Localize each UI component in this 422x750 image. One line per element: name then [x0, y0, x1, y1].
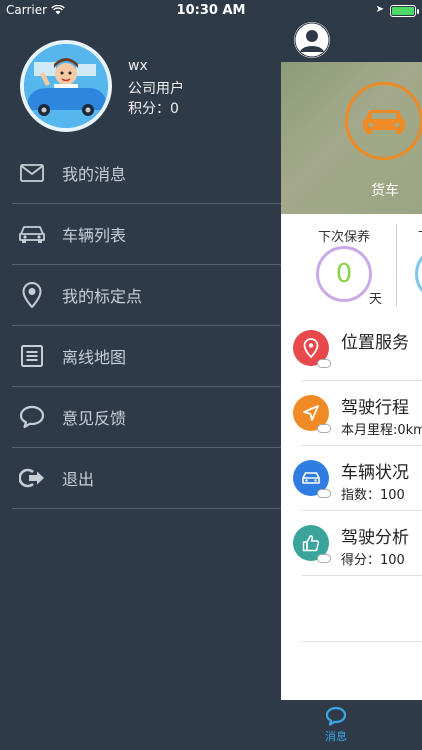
cartoon-driver-icon [24, 44, 108, 128]
service-list: 位置服务 驾驶行程 本月里程:0km 车辆状况 指数：100 驾驶分析 得分：1… [281, 316, 422, 642]
second-stat-title: 下 [418, 226, 422, 245]
next-maintenance-label: 下次保养 [318, 230, 371, 245]
avatar[interactable] [20, 40, 112, 132]
menu-item-label: 意见反馈 [62, 409, 127, 428]
service-vehicle-status[interactable]: 车辆状况 指数：100 [293, 446, 422, 511]
user-profile-button[interactable] [294, 22, 330, 58]
user-name: wx [128, 58, 148, 74]
chat-bubble-icon [18, 403, 46, 431]
divider [396, 224, 397, 306]
cloud-icon [317, 489, 331, 498]
cloud-icon [317, 554, 331, 563]
location-pin-icon [18, 281, 46, 309]
status-bar: Carrier 10:30 AM ➤ [0, 0, 422, 22]
empty-row [301, 576, 422, 642]
mail-icon [18, 159, 46, 187]
cloud-icon [317, 359, 331, 368]
menu-item-label: 车辆列表 [62, 226, 127, 245]
logout-icon [18, 464, 46, 492]
user-profile[interactable]: wx 公司用户 积分：0 [20, 40, 275, 135]
service-title: 驾驶行程 [341, 398, 409, 418]
service-location[interactable]: 位置服务 [293, 316, 422, 381]
car-icon [293, 460, 331, 498]
service-title: 位置服务 [341, 333, 409, 353]
vehicle-banner: 货车 [281, 62, 422, 214]
tab-messages[interactable]: 消息 [321, 706, 351, 744]
tab-bar: 消息 [281, 700, 422, 750]
chat-bubble-icon [325, 706, 347, 726]
menu-item-logout[interactable]: 退出 [12, 448, 281, 509]
vehicle-type-label: 货车 [371, 183, 399, 199]
menu-item-feedback[interactable]: 意见反馈 [12, 387, 281, 448]
user-points: 积分：0 [128, 101, 179, 117]
user-icon [294, 22, 330, 58]
side-drawer: wx 公司用户 积分：0 我的消息 车辆列表 我的标定点 离线地图 意见反馈 退… [0, 0, 281, 750]
navigation-icon [293, 395, 331, 433]
days-value: 0 [335, 259, 353, 289]
car-icon [18, 220, 46, 248]
service-title: 车辆状况 [341, 463, 409, 483]
service-subtitle: 得分：100 [341, 553, 405, 568]
maintenance-stats: 下次保养 0 天 下 [281, 214, 422, 314]
status-time: 10:30 AM [176, 3, 246, 18]
location-arrow-icon: ➤ [375, 4, 384, 15]
service-driving-analysis[interactable]: 驾驶分析 得分：100 [293, 511, 422, 576]
location-pin-icon [293, 330, 331, 368]
drawer-menu: 我的消息 车辆列表 我的标定点 离线地图 意见反馈 退出 [0, 143, 281, 509]
vehicle-type-button[interactable] [345, 82, 422, 160]
user-type: 公司用户 [128, 81, 184, 97]
service-title: 驾驶分析 [341, 528, 409, 548]
service-subtitle: 本月里程:0km [341, 423, 422, 438]
car-icon [363, 110, 405, 134]
days-unit: 天 [369, 292, 383, 307]
cloud-icon [317, 424, 331, 433]
menu-item-calibration-points[interactable]: 我的标定点 [12, 265, 281, 326]
tab-label: 消息 [325, 730, 347, 743]
menu-item-label: 离线地图 [62, 348, 127, 367]
menu-item-label: 我的标定点 [62, 287, 143, 306]
battery-icon [390, 5, 419, 17]
service-trips[interactable]: 驾驶行程 本月里程:0km [293, 381, 422, 446]
second-stat-ring[interactable] [415, 246, 422, 302]
menu-item-messages[interactable]: 我的消息 [12, 143, 281, 204]
menu-item-label: 退出 [62, 470, 95, 489]
days-ring[interactable]: 0 [316, 246, 372, 302]
service-subtitle: 指数：100 [341, 488, 405, 503]
list-doc-icon [18, 342, 46, 370]
menu-item-label: 我的消息 [62, 165, 127, 184]
main-panel[interactable]: 货车 下次保养 0 天 下 位置服务 驾驶行程 本月里程:0km [281, 0, 422, 750]
thumbs-up-icon [293, 525, 331, 563]
menu-item-offline-map[interactable]: 离线地图 [12, 326, 281, 387]
menu-item-vehicle-list[interactable]: 车辆列表 [12, 204, 281, 265]
